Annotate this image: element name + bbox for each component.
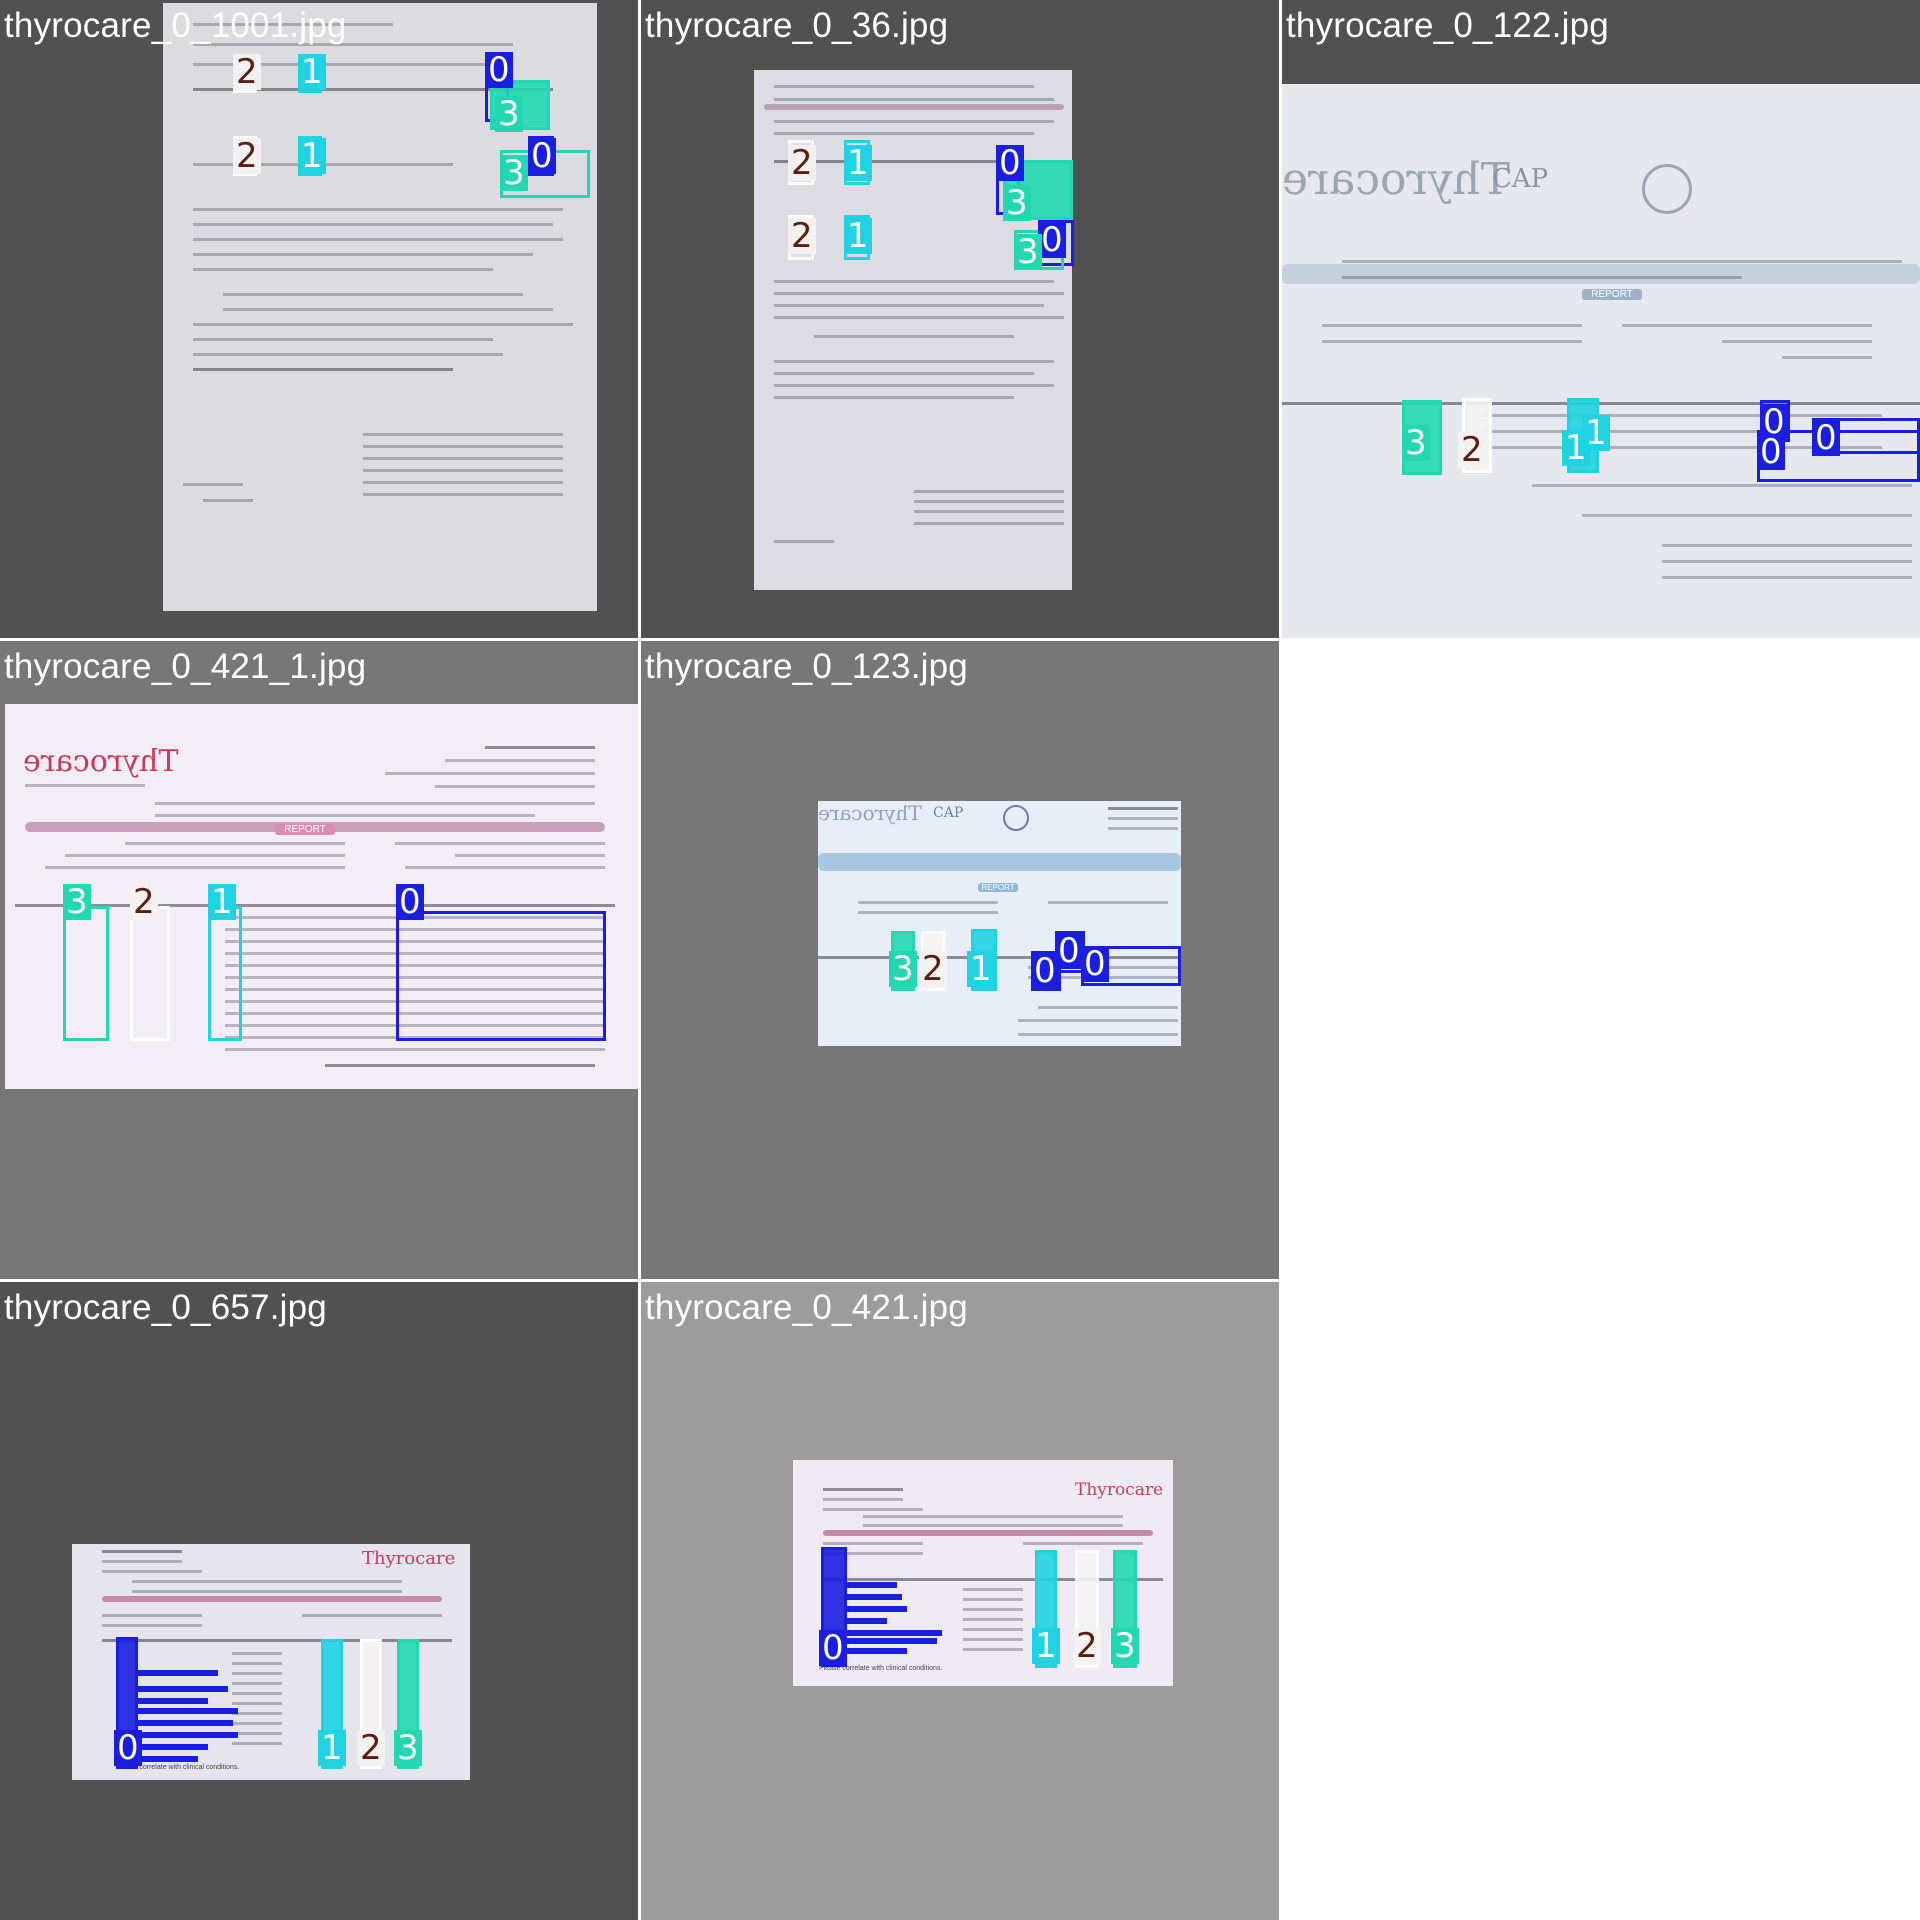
detection-box-class-0 xyxy=(138,1670,218,1676)
brand-logo-text: Thyrocare xyxy=(23,744,179,779)
detection-box-class-0 xyxy=(138,1720,233,1726)
detection-label-class-2: 2 xyxy=(788,145,816,181)
detection-label-class-3: 3 xyxy=(1402,425,1430,461)
brand-logo-text: Thyrocare xyxy=(1282,154,1511,205)
detection-box-class-2 xyxy=(130,906,170,1041)
detection-label-class-3: 3 xyxy=(495,96,523,132)
mosaic-tile-5: Thyrocare CAP REPORT 3 2 1 0 0 0 thyroca… xyxy=(641,641,1279,1279)
detection-label-class-3: 3 xyxy=(500,155,528,191)
detection-box-class-0 xyxy=(847,1594,902,1600)
report-banner: REPORT xyxy=(978,883,1018,892)
detection-box-class-0 xyxy=(847,1582,897,1588)
detection-label-class-1: 1 xyxy=(208,884,236,920)
detection-box-class-0 xyxy=(847,1618,887,1624)
detection-label-class-0: 0 xyxy=(819,1630,847,1666)
detection-label-class-3: 3 xyxy=(1003,185,1031,221)
detection-label-class-3: 3 xyxy=(1111,1628,1139,1664)
report-banner: REPORT xyxy=(1582,289,1642,300)
detection-box-class-0 xyxy=(396,911,606,1041)
mosaic-tile-2: 2 1 2 1 0 3 0 3 thyrocare_0_36.jpg xyxy=(641,0,1279,638)
detection-box-class-0 xyxy=(847,1648,907,1654)
detection-box-class-0 xyxy=(847,1606,907,1612)
detection-label-class-0: 0 xyxy=(1081,946,1109,982)
detection-label-class-1: 1 xyxy=(1582,415,1610,451)
cap-logo-text: CAP xyxy=(1492,164,1549,194)
brand-logo-text: Thyrocare xyxy=(1075,1480,1164,1500)
detection-box-class-0 xyxy=(138,1698,208,1704)
detection-label-class-3: 3 xyxy=(889,951,917,987)
detection-box-class-0 xyxy=(847,1630,942,1636)
detection-label-class-2: 2 xyxy=(919,951,947,987)
detection-label-class-2: 2 xyxy=(357,1730,385,1766)
detection-label-class-2: 2 xyxy=(130,884,158,920)
detection-box-class-0 xyxy=(138,1756,198,1762)
brand-logo-text: Thyrocare xyxy=(818,801,922,825)
mosaic-tile-7: Thyrocare Please correlate with clinical… xyxy=(641,1282,1279,1920)
mosaic-tile-6: Thyrocare Please correlate with clinical… xyxy=(0,1282,638,1920)
detection-label-class-0: 0 xyxy=(996,145,1024,181)
detection-box-class-1 xyxy=(208,906,242,1041)
detection-label-class-2: 2 xyxy=(1073,1628,1101,1664)
detection-label-class-0: 0 xyxy=(1038,222,1066,258)
detection-box-class-0 xyxy=(138,1708,238,1714)
image-filename: thyrocare_0_122.jpg xyxy=(1286,6,1609,45)
seal-icon xyxy=(1003,805,1029,831)
detection-label-class-0: 0 xyxy=(1031,953,1059,989)
detection-label-class-2: 2 xyxy=(1458,432,1486,468)
detection-label-class-1: 1 xyxy=(1032,1628,1060,1664)
detection-box-class-0 xyxy=(138,1744,208,1750)
detection-label-class-1: 1 xyxy=(844,218,872,254)
detection-box-class-0 xyxy=(138,1686,228,1692)
seal-icon xyxy=(1642,164,1692,214)
mosaic-tile-1: 2 1 2 1 0 3 0 3 thyrocare_0_1001.jpg xyxy=(0,0,638,638)
detection-label-class-1: 1 xyxy=(318,1730,346,1766)
detection-label-class-2: 2 xyxy=(233,54,261,90)
image-filename: thyrocare_0_1001.jpg xyxy=(4,6,347,45)
detection-box-class-0 xyxy=(138,1732,238,1738)
detection-label-class-0: 0 xyxy=(528,138,556,174)
detection-label-class-0: 0 xyxy=(114,1730,142,1766)
detection-label-class-1: 1 xyxy=(967,951,995,987)
detection-label-class-0: 0 xyxy=(396,884,424,920)
image-filename: thyrocare_0_421_1.jpg xyxy=(4,647,367,686)
detection-label-class-1: 1 xyxy=(298,138,326,174)
image-filename: thyrocare_0_123.jpg xyxy=(645,647,968,686)
detection-label-class-3: 3 xyxy=(63,884,91,920)
image-filename: thyrocare_0_421.jpg xyxy=(645,1288,968,1327)
detection-box-class-0 xyxy=(847,1638,937,1644)
detection-label-class-3: 3 xyxy=(1014,234,1042,270)
detection-label-class-0: 0 xyxy=(1757,434,1785,470)
mosaic-tile-3: Thyrocare CAP REPORT 3 2 1 1 0 0 0 thyro… xyxy=(1282,0,1920,638)
detection-label-class-2: 2 xyxy=(233,138,261,174)
detection-label-class-1: 1 xyxy=(298,54,326,90)
detection-box-class-3 xyxy=(63,906,109,1041)
image-filename: thyrocare_0_36.jpg xyxy=(645,6,949,45)
detection-label-class-0: 0 xyxy=(1812,420,1840,456)
cap-logo-text: CAP xyxy=(933,805,964,821)
report-banner: REPORT xyxy=(275,824,335,835)
detection-label-class-0: 0 xyxy=(1055,933,1083,969)
brand-logo-text: Thyrocare xyxy=(362,1548,456,1569)
detection-label-class-1: 1 xyxy=(844,145,872,181)
detection-label-class-0: 0 xyxy=(485,52,513,88)
mosaic-tile-4: Thyrocare REPORT 3 2 1 0 thyrocare_0_421… xyxy=(0,641,638,1279)
document-thumbnail: Thyrocare CAP REPORT xyxy=(818,801,1181,1046)
detection-label-class-3: 3 xyxy=(394,1730,422,1766)
image-filename: thyrocare_0_657.jpg xyxy=(4,1288,327,1327)
document-thumbnail: Thyrocare CAP REPORT xyxy=(1282,84,1920,638)
detection-label-class-2: 2 xyxy=(788,218,816,254)
